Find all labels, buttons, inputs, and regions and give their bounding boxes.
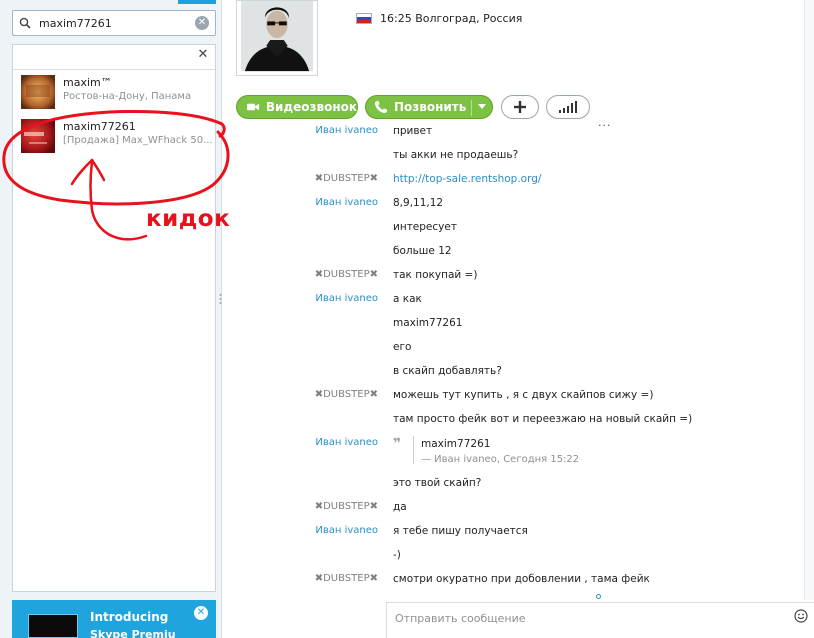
- message-sender[interactable]: Иван ivaneo: [315, 293, 378, 304]
- result-name: maxim™: [63, 76, 112, 89]
- video-camera-icon: [247, 103, 260, 111]
- message-text: можешь тут купить , я с двух скайпов сиж…: [393, 389, 654, 401]
- russia-flag-icon: [356, 13, 372, 24]
- message-text: интересует: [393, 221, 457, 233]
- chat-message: его: [222, 338, 814, 358]
- message-sender[interactable]: ✖DUBSTEP✖: [315, 269, 378, 280]
- message-text: 8,9,11,12: [393, 197, 444, 209]
- result-subtitle: Ростов-на-Дону, Панама: [63, 91, 192, 102]
- contact-avatar: [21, 75, 55, 109]
- contact-avatar: [21, 119, 55, 153]
- chat-message: -): [222, 546, 814, 566]
- call-button[interactable]: Позвонить: [365, 95, 493, 119]
- message-input[interactable]: [395, 609, 785, 627]
- message-text: ты акки не продаешь?: [393, 149, 519, 161]
- add-button[interactable]: [501, 95, 539, 119]
- chat-message: в скайп добавлять?: [222, 362, 814, 382]
- message-sender[interactable]: Иван ivaneo: [315, 437, 378, 448]
- message-text: это твой скайп?: [393, 477, 482, 489]
- search-result-item[interactable]: maxim77261 [Продажа] Max_WFhack 50...: [13, 115, 215, 161]
- message-sender[interactable]: Иван ivaneo: [315, 197, 378, 208]
- message-text: больше 12: [393, 245, 452, 257]
- message-text: там просто фейк вот и переезжаю на новый…: [393, 413, 693, 425]
- message-text: привет: [393, 125, 433, 137]
- message-text: да: [393, 501, 407, 513]
- call-label: Позвонить: [394, 100, 467, 114]
- chat-message: ты акки не продаешь?: [222, 146, 814, 166]
- message-sender[interactable]: ✖DUBSTEP✖: [315, 173, 378, 184]
- video-call-label: Видеозвонок: [265, 100, 357, 114]
- quote-meta: — Иван ivaneo, Сегодня 15:22: [421, 454, 580, 465]
- chat-history: Иван ivaneo привет ты акки не продаешь? …: [222, 120, 814, 598]
- call-quality-button[interactable]: [546, 95, 590, 119]
- plus-icon: [514, 101, 526, 113]
- message-sender[interactable]: Иван ivaneo: [315, 525, 378, 536]
- search-input[interactable]: [39, 14, 189, 32]
- chat-message: ✖DUBSTEP✖ да: [222, 498, 814, 518]
- chat-message: Иван ivaneo я тебе пишу получается: [222, 522, 814, 542]
- message-sender[interactable]: ✖DUBSTEP✖: [315, 389, 378, 400]
- quoted-message: ❞ maxim77261 — Иван ivaneo, Сегодня 15:2…: [393, 434, 653, 468]
- premium-promo-banner[interactable]: Introducing Skype Premiu ✕: [12, 600, 216, 638]
- location-text: 16:25 Волгоград, Россия: [380, 12, 523, 25]
- promo-subtitle: Skype Premiu: [90, 628, 176, 638]
- clear-search-icon[interactable]: ✕: [195, 16, 209, 30]
- chat-message: ✖DUBSTEP✖ смотри окуратно при добовлении…: [222, 570, 814, 590]
- chat-message: maxim77261: [222, 314, 814, 334]
- chat-message: больше 12: [222, 242, 814, 262]
- promo-title: Introducing: [90, 610, 169, 624]
- results-divider: [13, 69, 215, 70]
- contact-location: 16:25 Волгоград, Россия: [356, 12, 522, 25]
- chat-message: ✖DUBSTEP✖ так покупай =): [222, 266, 814, 286]
- result-name: maxim77261: [63, 120, 136, 133]
- contact-profile-picture: [236, 0, 318, 76]
- message-sender[interactable]: ✖DUBSTEP✖: [315, 573, 378, 584]
- chat-message: Иван ivaneo а как: [222, 290, 814, 310]
- typing-indicator: [596, 594, 601, 599]
- message-text: я тебе пишу получается: [393, 525, 528, 537]
- message-text: его: [393, 341, 412, 353]
- sidebar-top-accent: [178, 0, 216, 4]
- message-link[interactable]: http://top-sale.rentshop.org/: [393, 173, 541, 185]
- message-sender[interactable]: Иван ivaneo: [315, 125, 378, 136]
- message-text: maxim77261: [393, 317, 463, 329]
- close-results-icon[interactable]: ✕: [197, 48, 209, 61]
- signal-strength-icon: [559, 101, 577, 113]
- message-text: так покупай =): [393, 269, 478, 281]
- result-subtitle: [Продажа] Max_WFhack 50...: [63, 135, 213, 146]
- search-icon: [19, 17, 31, 29]
- message-text: в скайп добавлять?: [393, 365, 502, 377]
- message-text: -): [393, 549, 401, 561]
- call-button-divider: [471, 100, 472, 116]
- phone-icon: [375, 101, 387, 113]
- search-results-panel: ✕ maxim™ Ростов-на-Дону, Панама maxim772…: [12, 44, 216, 592]
- chat-message: там просто фейк вот и переезжаю на новый…: [222, 410, 814, 430]
- emoticon-icon[interactable]: [794, 609, 808, 623]
- quote-text: maxim77261: [421, 438, 491, 450]
- sidebar: ✕ ✕ maxim™ Ростов-на-Дону, Панама: [0, 0, 222, 638]
- search-result-item[interactable]: maxim™ Ростов-на-Дону, Панама: [13, 71, 215, 117]
- quote-bar: [413, 436, 414, 464]
- chat-message: интересует: [222, 218, 814, 238]
- message-sender[interactable]: ✖DUBSTEP✖: [315, 501, 378, 512]
- chat-message: ✖DUBSTEP✖ http://top-sale.rentshop.org/: [222, 170, 814, 190]
- message-text: а как: [393, 293, 422, 305]
- close-promo-icon[interactable]: ✕: [194, 606, 208, 620]
- promo-thumbnail: [28, 614, 78, 638]
- chat-scrollbar[interactable]: [804, 0, 814, 600]
- chat-message: Иван ivaneo 8,9,11,12: [222, 194, 814, 214]
- message-text: смотри окуратно при добовлении , тама фе…: [393, 573, 650, 585]
- chat-message: это твой скайп?: [222, 474, 814, 494]
- message-compose-area[interactable]: [386, 602, 814, 638]
- call-dropdown-arrow-icon[interactable]: [478, 104, 486, 109]
- chat-message: ✖DUBSTEP✖ можешь тут купить , я с двух с…: [222, 386, 814, 406]
- quote-icon: ❞: [393, 436, 402, 452]
- search-box[interactable]: ✕: [12, 10, 216, 36]
- video-call-button[interactable]: Видеозвонок: [236, 95, 358, 119]
- chat-message: Иван ivaneo привет: [222, 122, 814, 142]
- annotation-label: кидок: [146, 206, 231, 232]
